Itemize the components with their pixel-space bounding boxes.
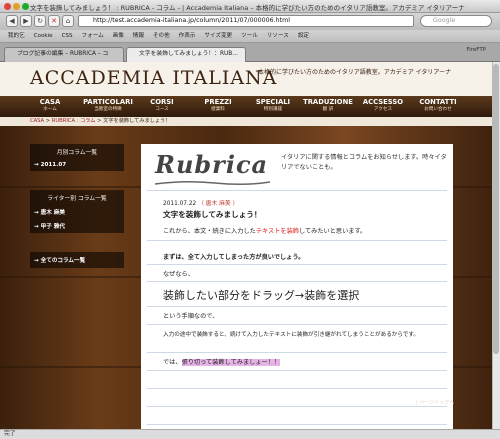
rubrica-logo: Rubrica [155,150,269,179]
fireftp-button[interactable]: FireFTP [466,47,486,53]
bookmark-item[interactable]: CSS [62,30,73,42]
bookmark-item[interactable]: 作表示 [179,30,196,42]
nav-accsesso[interactable]: ACCSESSO アクセス [355,98,411,112]
article-paragraph-1: これから、本文・続きに入力したテキストを装飾してみたいと思います。 [163,228,367,235]
breadcrumb: CASA > RUBRICA : コラム > 文字を装飾してみましょう！ [0,117,492,126]
bookmark-item[interactable]: 設定 [298,30,309,42]
breadcrumb-rubrica[interactable]: RUBRICA : コラム [52,118,96,124]
rubrica-description: イタリアに関する情報とコラムをお知らせします。時々イタリアでないことも。 [281,154,447,171]
window-title: 文字を装飾してみましょう！ : RUBRICA - コラム - | Accade… [30,4,465,12]
main-nav: CASA ホーム PARTICOLARI 当教室の特徴 CORSI コース PREZZ… [0,96,492,117]
article-panel: Rubrica イタリアに関する情報とコラムをお知らせします。時々イタリアでない… [141,144,453,429]
address-bar[interactable]: http://test.accademia-italiana.jp/column… [78,15,414,27]
scrollbar-thumb[interactable] [493,64,499,354]
bookmark-item[interactable]: サイズ変更 [204,30,232,42]
search-input[interactable]: Google [420,15,492,27]
all-columns-link[interactable]: → 全てのコラム一覧 [30,252,124,268]
nav-prezzi[interactable]: PREZZI 授業料 [190,98,246,112]
nav-casa[interactable]: CASA ホーム [22,98,78,112]
bookmark-item[interactable]: フォーム [82,30,104,42]
article-paragraph-5: という手順なので、 [163,313,219,320]
site-tagline: 本格的に学びたい方のためのイタリア語教室。アカデミア イタリアーナ [258,69,452,76]
article-paragraph-4: 装飾したい部分をドラッグ→装飾を選択 [163,289,360,302]
article-paragraph-2: まずは、全て入力してしまった方が良いでしょう。 [163,254,305,261]
site-header: ACCADEMIA ITALIANA 本格的に学びたい方のためのイタリア語教室。… [0,62,492,96]
bookmark-item[interactable]: 情報 [133,30,144,42]
writer-link-koshi[interactable]: → 甲子 雅代 [30,219,124,233]
minimize-window-icon[interactable] [13,3,20,10]
stop-icon[interactable]: ✕ [48,15,60,27]
site-logo[interactable]: ACCADEMIA ITALIANA [30,67,277,89]
nav-contatti[interactable]: CONTATTI お問い合わせ [410,98,466,112]
bookmark-item[interactable]: リソース [267,30,289,42]
article-author[interactable]: （ 唐木 麻美 ） [198,201,238,207]
breadcrumb-home[interactable]: CASA [30,118,44,124]
web-page: ACCADEMIA ITALIANA 本格的に学びたい方のためのイタリア語教室。… [0,62,492,429]
nav-speciali[interactable]: SPECIALI 特別講座 [245,98,301,112]
bookmark-item[interactable]: Cookie [34,30,53,42]
forward-button[interactable]: ▶ [20,15,32,27]
home-button[interactable]: ⌂ [62,15,74,27]
all-columns-box: → 全てのコラム一覧 [30,252,124,268]
article-paragraph-7: では、張り切って装飾してみましょー！！ [163,359,281,366]
month-link-2011-07[interactable]: → 2011.07 [30,159,124,171]
tab-bar: ブログ記事の編集 – RUBRICA – コ 文字を装飾してみましょう！：RUB… [0,43,500,62]
page-top-link[interactable]: | ページトップへ [416,399,454,406]
article-paragraph-6: 入力の途中で装飾すると、続けて入力したテキストに装飾が引き継がれてしまうことがあ… [163,332,420,338]
nav-traduzione[interactable]: TRADUZIONE 翻 訳 [300,98,356,112]
tab-blog-edit[interactable]: ブログ記事の編集 – RUBRICA – コ [4,47,124,62]
breadcrumb-current: 文字を装飾してみましょう！ [103,118,171,124]
article-meta: 2011.07.22 （ 唐木 麻美 ） [163,198,238,207]
browser-toolbar: ◀ ▶ ↻ ✕ ⌂ http://test.accademia-italiana… [0,13,500,30]
writer-columns-box: ライター別 コラム一覧 → 唐木 麻美 → 甲子 雅代 [30,190,124,233]
bookmarks-bar: 我的乞 Cookie CSS フォーム 画像 情報 その他 作表示 サイズ変更 … [0,30,500,43]
rubrica-underline [155,180,270,186]
monthly-columns-box: 月別コラム一覧 → 2011.07 [30,144,124,171]
bookmark-item[interactable]: その他 [153,30,170,42]
title-bar: 文字を装飾してみましょう！ : RUBRICA - コラム - | Accade… [0,0,500,13]
nav-particolari[interactable]: PARTICOLARI 当教室の特徴 [80,98,136,112]
tab-label: ブログ記事の編集 – RUBRICA – コ [17,51,109,57]
article-paragraph-3: なぜなら、 [163,271,194,278]
monthly-columns-heading: 月別コラム一覧 [56,150,98,156]
bookmark-item[interactable]: ツール [241,30,258,42]
article-title: 文字を装飾してみましょう！ [163,210,262,219]
reload-button[interactable]: ↻ [34,15,46,27]
writer-columns-heading: ライター別 コラム一覧 [47,196,107,202]
article-date: 2011.07.22 [163,201,197,207]
tab-label: 文字を装飾してみましょう！：RUB… [139,51,239,57]
bookmark-item[interactable]: 画像 [113,30,124,42]
url-text: http://test.accademia-italiana.jp/column… [93,17,291,24]
back-button[interactable]: ◀ [6,15,18,27]
red-text: テキストを装飾 [255,228,299,235]
close-window-icon[interactable] [4,3,11,10]
nav-corsi[interactable]: CORSI コース [134,98,190,112]
bookmark-item[interactable]: 我的乞 [8,30,25,42]
tab-current-article[interactable]: 文字を装飾してみましょう！：RUB… [126,47,246,62]
highlighted-text: 張り切って装飾してみましょー！！ [181,359,281,366]
status-bar: 完了 [0,429,500,439]
writer-link-karaki[interactable]: → 唐木 麻美 [30,205,124,219]
zoom-window-icon[interactable] [22,3,29,10]
